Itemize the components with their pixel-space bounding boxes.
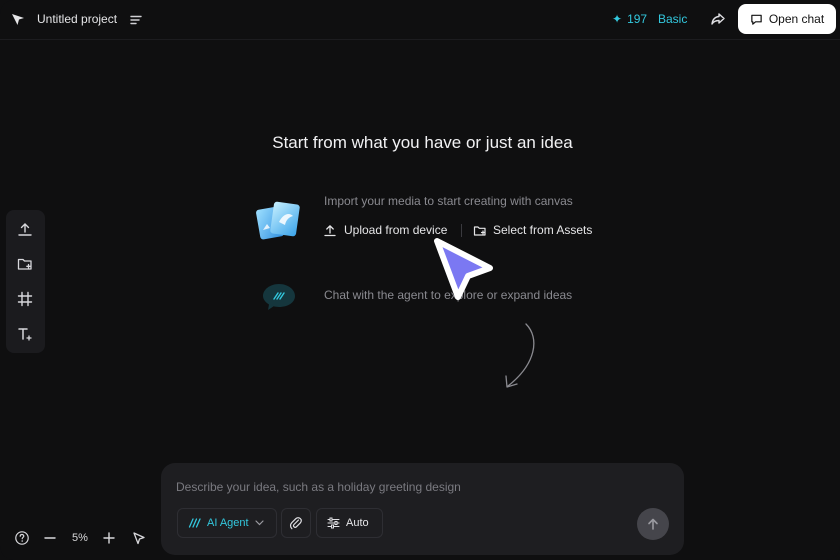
agent-icon xyxy=(188,518,201,528)
open-chat-button[interactable]: Open chat xyxy=(738,4,836,34)
sliders-icon xyxy=(327,517,340,529)
chat-icon xyxy=(751,14,762,25)
assets-label: Select from Assets xyxy=(493,223,593,237)
sparkle-icon: ✦ xyxy=(612,12,623,26)
top-bar: Untitled project ✦ 197 Basic Open chat xyxy=(0,0,840,40)
paperclip-icon xyxy=(289,517,302,530)
upload-icon xyxy=(324,224,336,236)
folder-add-icon[interactable] xyxy=(16,255,34,273)
credits-value: 197 xyxy=(627,12,648,26)
app-window: Untitled project ✦ 197 Basic Open chat S… xyxy=(0,0,840,560)
credits-counter[interactable]: ✦ 197 xyxy=(612,12,647,26)
curved-arrow-icon xyxy=(505,323,535,388)
auto-settings-button[interactable]: Auto xyxy=(316,508,383,538)
ai-agent-dropdown[interactable]: AI Agent xyxy=(177,508,277,538)
ai-agent-label: AI Agent xyxy=(207,517,249,529)
open-chat-label: Open chat xyxy=(768,12,825,26)
zoom-in-icon[interactable] xyxy=(101,530,117,546)
media-images-icon xyxy=(256,201,300,240)
attach-button[interactable] xyxy=(281,508,311,538)
upload-from-device-button[interactable]: Upload from device xyxy=(324,222,447,238)
cursor-pointer-icon xyxy=(434,238,493,300)
text-add-icon[interactable] xyxy=(16,325,34,343)
upload-icon[interactable] xyxy=(16,220,34,238)
zoom-out-icon[interactable] xyxy=(42,530,58,546)
auto-label: Auto xyxy=(346,517,369,529)
menu-icon[interactable] xyxy=(129,13,143,27)
logo-icon[interactable] xyxy=(10,11,26,27)
zoom-level: 5% xyxy=(72,532,88,544)
prompt-box: AI Agent Auto xyxy=(161,463,684,555)
page-title: Start from what you have or just an idea xyxy=(272,133,573,152)
arrow-up-icon xyxy=(648,518,658,530)
left-toolbar xyxy=(6,210,45,353)
plan-badge[interactable]: Basic xyxy=(658,12,687,26)
import-description: Import your media to start creating with… xyxy=(324,194,573,208)
select-cursor-icon[interactable] xyxy=(131,530,147,546)
send-button[interactable] xyxy=(637,508,669,540)
share-icon[interactable] xyxy=(709,10,727,28)
prompt-input[interactable] xyxy=(176,477,666,497)
agent-chat-icon xyxy=(263,284,295,310)
chevron-down-icon xyxy=(254,520,264,526)
help-icon[interactable] xyxy=(14,530,30,546)
frame-icon[interactable] xyxy=(16,290,34,308)
project-title[interactable]: Untitled project xyxy=(37,12,117,26)
